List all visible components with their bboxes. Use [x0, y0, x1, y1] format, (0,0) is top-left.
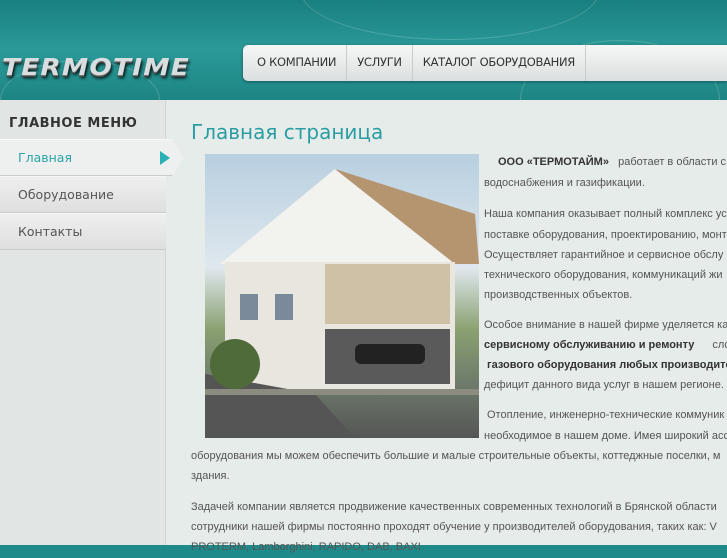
nav-catalog[interactable]: КАТАЛОГ ОБОРУДОВАНИЯ — [413, 45, 586, 81]
text-line: Особое внимание в нашей фирме уделяется … — [484, 319, 727, 331]
menu-title: ГЛАВНОЕ МЕНЮ — [9, 116, 138, 131]
header: TERMOTIME О КОМПАНИИ УСЛУГИ КАТАЛОГ ОБОР… — [0, 0, 727, 100]
logo[interactable]: TERMOTIME — [2, 55, 190, 81]
text-line: газового оборудования любых производите — [487, 355, 727, 376]
sidebar-item-label: Оборудование — [18, 187, 114, 202]
text-fragment: сло — [712, 339, 727, 351]
sidebar-item-label: Контакты — [18, 224, 83, 239]
decorative-swirl — [300, 0, 600, 40]
house-photo — [205, 154, 479, 438]
text-line: сервисному обслуживанию и ремонту сло — [484, 335, 727, 356]
text-line: Отопление, инженерно-технические коммуни… — [487, 409, 725, 421]
text-line: сотрудники нашей фирмы постоянно проходя… — [191, 521, 717, 533]
bold-text: сервисному обслуживанию и ремонту — [484, 339, 695, 351]
text-line: Наша компания оказывает полный комплекс … — [484, 208, 727, 220]
text-line: здания. — [191, 470, 230, 482]
text-line: оборудования мы можем обеспечить большие… — [191, 450, 721, 462]
text-line: Задачей компании является продвижение ка… — [191, 501, 717, 513]
sidebar-item-home[interactable]: Главная — [0, 139, 184, 176]
intro-paragraph: ООО «ТЕРМОТАЙМ» работает в области с — [498, 152, 726, 173]
top-nav: О КОМПАНИИ УСЛУГИ КАТАЛОГ ОБОРУДОВАНИЯ — [243, 45, 727, 81]
nav-services[interactable]: УСЛУГИ — [347, 45, 413, 81]
text-line: поставке оборудования, проектированию, м… — [484, 229, 727, 241]
sidebar-item-equipment[interactable]: Оборудование — [0, 176, 166, 213]
page-title: Главная страница — [191, 120, 384, 144]
sidebar-item-label: Главная — [18, 150, 72, 165]
text-line: дефицит данного вида услуг в нашем регио… — [484, 379, 724, 391]
text-line: PROTERM, Lamborghini, RAPIDO, DAB, BAXI — [191, 541, 421, 553]
arrow-right-icon — [160, 151, 170, 165]
text-line: необходимое в нашем доме. Имея широкий а… — [484, 430, 727, 442]
text-line: производственных объектов. — [484, 289, 633, 301]
text-line: работает в области с — [618, 156, 727, 168]
nav-about[interactable]: О КОМПАНИИ — [243, 45, 348, 81]
text-line: Осуществляет гарантийное и сервисное обс… — [484, 249, 724, 261]
text-line: технического оборудования, коммуникаций … — [484, 269, 723, 281]
house-illustration — [205, 169, 479, 438]
bold-text: газового оборудования любых производите — [487, 359, 727, 371]
text-line: водоснабжения и газификации. — [484, 177, 645, 189]
company-name: ООО «ТЕРМОТАЙМ» — [498, 156, 609, 168]
sidebar-item-contacts[interactable]: Контакты — [0, 213, 166, 250]
page-body: ГЛАВНОЕ МЕНЮ Главная Оборудование Контак… — [0, 100, 727, 553]
